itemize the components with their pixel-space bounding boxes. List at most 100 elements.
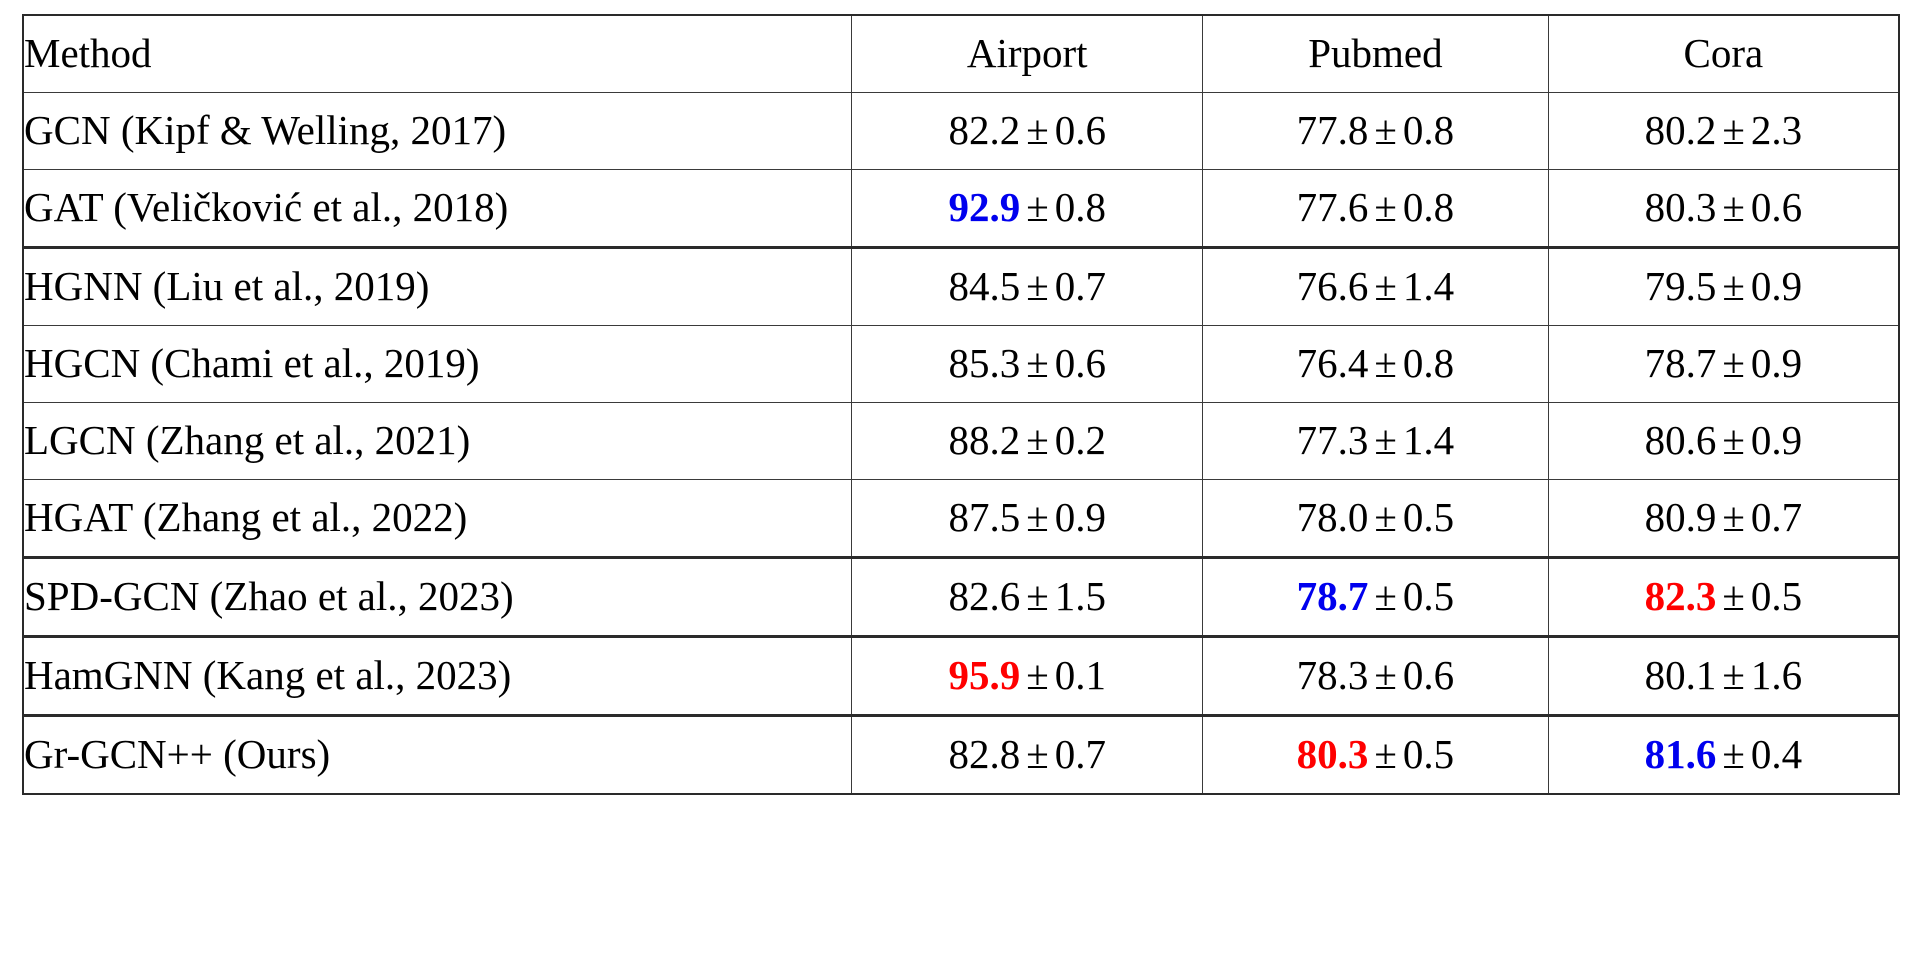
- plus-minus-symbol: ±: [1374, 263, 1397, 310]
- cell-cora-score: 79.5 ±0.9: [1547, 247, 1900, 326]
- cell-pubmed-score: 77.6 ±0.8: [1202, 169, 1549, 249]
- table-row: LGCN (Zhang et al., 2021) 88.2 ±0.2 77.3 ±1.…: [22, 402, 1900, 480]
- score-std: 0.2: [1054, 417, 1106, 464]
- score-value: 80.3: [1296, 731, 1369, 778]
- plus-minus-symbol: ±: [1026, 184, 1049, 231]
- score-value: 77.6: [1296, 184, 1369, 231]
- cell-pubmed-score: 77.8 ±0.8: [1202, 92, 1549, 170]
- score-value: 77.8: [1296, 107, 1369, 154]
- score-value: 76.4: [1296, 340, 1369, 387]
- table-row: HamGNN (Kang et al., 2023) 95.9 ±0.1 78.3 ±0…: [22, 636, 1900, 717]
- plus-minus-symbol: ±: [1026, 573, 1049, 620]
- score-std: 0.8: [1402, 107, 1455, 154]
- cell-method-name: HGCN (Chami et al., 2019): [22, 325, 853, 403]
- plus-minus-symbol: ±: [1374, 652, 1397, 699]
- score-std: 0.8: [1402, 184, 1455, 231]
- column-header-cora: Cora: [1547, 14, 1900, 93]
- score-value: 95.9: [948, 652, 1021, 699]
- cell-pubmed-score: 78.7 ±0.5: [1202, 557, 1549, 638]
- score-std: 0.6: [1750, 184, 1803, 231]
- score-value: 88.2: [948, 417, 1021, 464]
- cell-cora-score: 80.3 ±0.6: [1547, 169, 1900, 249]
- cell-method-name: HGAT (Zhang et al., 2022): [22, 479, 853, 559]
- results-table: Method Airport Pubmed Cora GCN (Kipf & W…: [22, 14, 1900, 795]
- score-value: 84.5: [948, 263, 1021, 310]
- plus-minus-symbol: ±: [1722, 340, 1745, 387]
- cell-cora-score: 80.1 ±1.6: [1547, 636, 1900, 717]
- table-row: HGNN (Liu et al., 2019) 84.5 ±0.7 76.6 ±1.4 7…: [22, 247, 1900, 326]
- plus-minus-symbol: ±: [1026, 263, 1049, 310]
- cell-method-name: Gr-GCN++ (Ours): [22, 715, 853, 795]
- cell-method-name: GCN (Kipf & Welling, 2017): [22, 92, 853, 170]
- cell-airport-score: 88.2 ±0.2: [851, 402, 1204, 480]
- cell-cora-score: 82.3 ±0.5: [1547, 557, 1900, 638]
- score-std: 0.5: [1750, 573, 1803, 620]
- cell-method-name: HamGNN (Kang et al., 2023): [22, 636, 853, 717]
- score-std: 0.8: [1054, 184, 1106, 231]
- cell-airport-score: 82.6 ±1.5: [851, 557, 1204, 638]
- cell-method-name: HGNN (Liu et al., 2019): [22, 247, 853, 326]
- cell-cora-score: 78.7 ±0.9: [1547, 325, 1900, 403]
- table-body: GCN (Kipf & Welling, 2017) 82.2 ±0.6 77.8 ±0…: [22, 92, 1900, 795]
- plus-minus-symbol: ±: [1374, 340, 1397, 387]
- table-row: HGAT (Zhang et al., 2022) 87.5 ±0.9 78.0 ±0.…: [22, 479, 1900, 559]
- score-value: 82.3: [1644, 573, 1717, 620]
- cell-pubmed-score: 76.4 ±0.8: [1202, 325, 1549, 403]
- score-value: 92.9: [948, 184, 1021, 231]
- score-value: 87.5: [948, 494, 1021, 541]
- cell-pubmed-score: 76.6 ±1.4: [1202, 247, 1549, 326]
- plus-minus-symbol: ±: [1374, 107, 1397, 154]
- cell-method-name: SPD-GCN (Zhao et al., 2023): [22, 557, 853, 638]
- score-value: 79.5: [1644, 263, 1717, 310]
- score-value: 80.2: [1644, 107, 1717, 154]
- column-header-pubmed: Pubmed: [1202, 14, 1549, 93]
- score-value: 78.0: [1296, 494, 1369, 541]
- score-std: 0.6: [1402, 652, 1455, 699]
- plus-minus-symbol: ±: [1722, 263, 1745, 310]
- score-std: 0.9: [1054, 494, 1106, 541]
- score-std: 0.1: [1054, 652, 1106, 699]
- table-row: GAT (Veličković et al., 2018) 92.9 ±0.8 77.…: [22, 169, 1900, 249]
- cell-airport-score: 92.9 ±0.8: [851, 169, 1204, 249]
- plus-minus-symbol: ±: [1722, 107, 1745, 154]
- score-std: 0.7: [1054, 263, 1106, 310]
- cell-method-name: LGCN (Zhang et al., 2021): [22, 402, 853, 480]
- cell-method-name: GAT (Veličković et al., 2018): [22, 169, 853, 249]
- cell-airport-score: 87.5 ±0.9: [851, 479, 1204, 559]
- cell-pubmed-score: 80.3 ±0.5: [1202, 715, 1549, 795]
- cell-cora-score: 80.9 ±0.7: [1547, 479, 1900, 559]
- score-value: 78.3: [1296, 652, 1369, 699]
- cell-pubmed-score: 78.3 ±0.6: [1202, 636, 1549, 717]
- cell-airport-score: 95.9 ±0.1: [851, 636, 1204, 717]
- score-value: 80.9: [1644, 494, 1717, 541]
- cell-pubmed-score: 77.3 ±1.4: [1202, 402, 1549, 480]
- cell-cora-score: 80.6 ±0.9: [1547, 402, 1900, 480]
- header-row: Method Airport Pubmed Cora: [22, 14, 1900, 93]
- table-header: Method Airport Pubmed Cora: [22, 14, 1900, 93]
- score-std: 0.5: [1402, 573, 1455, 620]
- plus-minus-symbol: ±: [1722, 652, 1745, 699]
- score-value: 80.6: [1644, 417, 1717, 464]
- plus-minus-symbol: ±: [1026, 731, 1049, 778]
- table-figure: Method Airport Pubmed Cora GCN (Kipf & W…: [0, 0, 1920, 972]
- cell-airport-score: 82.8 ±0.7: [851, 715, 1204, 795]
- table-row: GCN (Kipf & Welling, 2017) 82.2 ±0.6 77.8 ±0…: [22, 92, 1900, 170]
- cell-airport-score: 84.5 ±0.7: [851, 247, 1204, 326]
- cell-cora-score: 81.6 ±0.4: [1547, 715, 1900, 795]
- score-std: 0.7: [1054, 731, 1106, 778]
- score-std: 1.6: [1750, 652, 1803, 699]
- plus-minus-symbol: ±: [1722, 184, 1745, 231]
- score-value: 82.2: [948, 107, 1021, 154]
- score-value: 82.8: [948, 731, 1021, 778]
- score-std: 1.4: [1402, 417, 1455, 464]
- plus-minus-symbol: ±: [1374, 731, 1397, 778]
- cell-airport-score: 85.3 ±0.6: [851, 325, 1204, 403]
- plus-minus-symbol: ±: [1722, 494, 1745, 541]
- plus-minus-symbol: ±: [1374, 417, 1397, 464]
- plus-minus-symbol: ±: [1722, 573, 1745, 620]
- score-value: 80.3: [1644, 184, 1717, 231]
- score-std: 1.4: [1402, 263, 1455, 310]
- score-value: 77.3: [1296, 417, 1369, 464]
- cell-pubmed-score: 78.0 ±0.5: [1202, 479, 1549, 559]
- table-row: Gr-GCN++ (Ours) 82.8 ±0.7 80.3 ±0.5 81.6 ±0.4: [22, 715, 1900, 795]
